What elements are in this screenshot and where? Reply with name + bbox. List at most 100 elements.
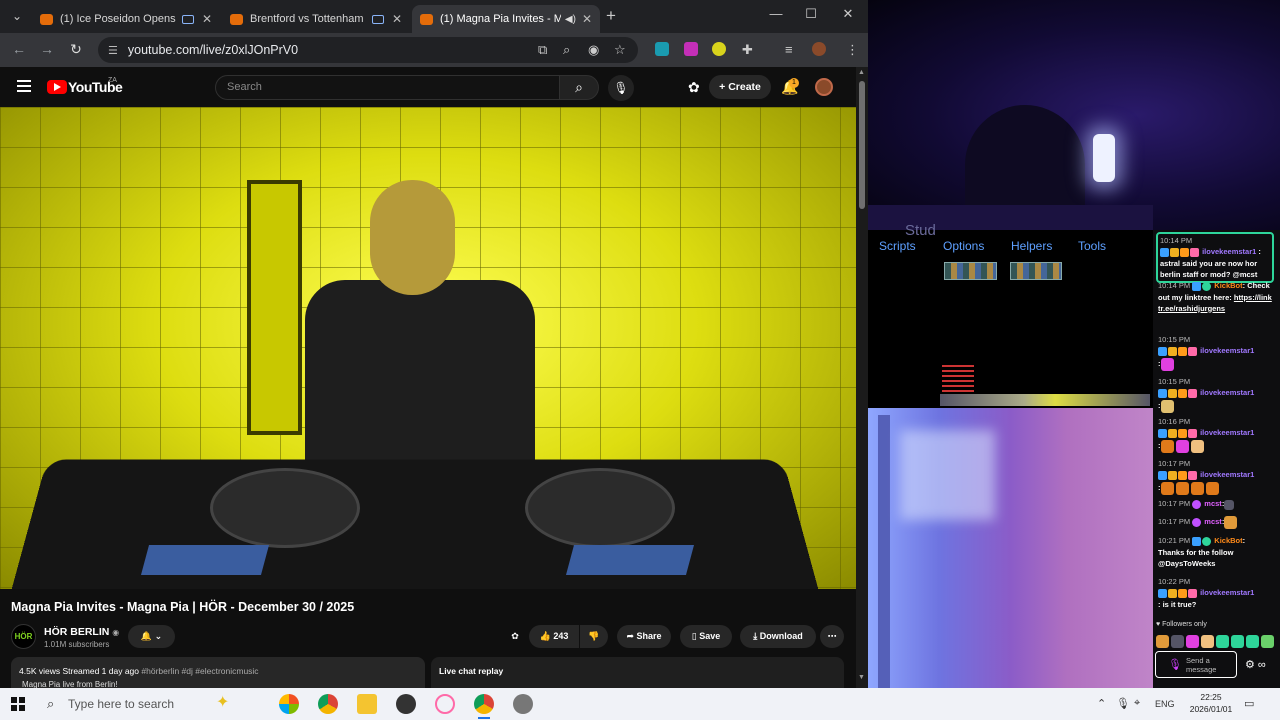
tray-chevron-icon[interactable]: ⌃: [1097, 697, 1106, 710]
extension-gear-icon[interactable]: ✿: [688, 79, 700, 96]
chat-settings-icons[interactable]: ⚙ ∞: [1245, 658, 1266, 671]
new-tab-button[interactable]: +: [606, 6, 616, 26]
emote-icon[interactable]: [1216, 634, 1229, 648]
extension-icon[interactable]: [655, 42, 669, 56]
scroll-down-icon[interactable]: ▼: [858, 674, 865, 681]
obs-menu-tools[interactable]: Tools: [1078, 239, 1106, 253]
channel-name[interactable]: HÖR BERLIN ◉: [44, 626, 119, 638]
scrollbar-thumb[interactable]: [859, 81, 865, 209]
notifications-icon[interactable]: ▭: [1244, 697, 1254, 710]
profile-avatar[interactable]: [812, 42, 826, 56]
search-button[interactable]: ⌕: [559, 75, 599, 100]
app-icon[interactable]: [435, 694, 455, 714]
search-icon[interactable]: ⌕: [47, 696, 54, 712]
create-button[interactable]: + Create: [709, 75, 771, 99]
chat-message: 10:17 PM mcst:: [1158, 515, 1274, 529]
emote-icon[interactable]: [1186, 634, 1199, 648]
maximize-button[interactable]: ☐: [801, 6, 821, 22]
emote-icon[interactable]: [1246, 634, 1259, 648]
emote-icon[interactable]: [1231, 634, 1244, 648]
obs-source-thumbnail[interactable]: [1010, 262, 1062, 280]
tab-search-icon[interactable]: ⌄: [8, 7, 26, 25]
install-app-icon[interactable]: ⧉: [538, 42, 547, 58]
tracking-eye-icon[interactable]: ◉: [588, 42, 599, 58]
mic-icon[interactable]: 🎙: [1168, 658, 1182, 671]
site-info-icon[interactable]: ☰: [108, 44, 118, 57]
chat-username[interactable]: ilovekeemstar1: [1202, 247, 1256, 256]
chat-username[interactable]: ilovekeemstar1: [1200, 428, 1254, 437]
download-button[interactable]: ⤓ Download: [740, 625, 816, 648]
tab-ice-poseidon[interactable]: (1) Ice Poseidon Opens Up ✕: [32, 5, 220, 33]
windows-start-icon[interactable]: [11, 697, 25, 711]
emote-icon[interactable]: [1171, 634, 1184, 648]
search-input[interactable]: Search: [215, 75, 560, 100]
obs-menu-helpers[interactable]: Helpers: [1011, 239, 1052, 253]
system-clock[interactable]: 22:25 2026/01/01: [1185, 691, 1237, 715]
like-button[interactable]: 👍 243: [529, 625, 579, 648]
menu-icon[interactable]: [17, 80, 31, 92]
hashtags[interactable]: #hörberlin #dj #electronicmusic: [141, 666, 258, 676]
speaker-icon[interactable]: ◀): [565, 14, 576, 25]
chat-username[interactable]: ilovekeemstar1: [1200, 388, 1254, 397]
taskbar-search-input[interactable]: Type here to search: [68, 697, 174, 711]
chrome-icon[interactable]: [474, 694, 494, 714]
obs-source-thumbnail[interactable]: [944, 262, 997, 280]
copilot-sparkle-icon[interactable]: ✦: [216, 692, 236, 712]
forward-button[interactable]: →: [38, 41, 56, 57]
tab-magna-pia[interactable]: (1) Magna Pia Invites - Mag ◀) ✕: [412, 5, 600, 33]
media-control-icon[interactable]: ≡: [785, 42, 793, 57]
back-button[interactable]: ←: [10, 41, 28, 57]
chat-username[interactable]: ilovekeemstar1: [1200, 470, 1254, 479]
bookmark-star-icon[interactable]: ☆: [614, 42, 626, 58]
account-avatar[interactable]: [815, 78, 833, 96]
emote-icon[interactable]: [1156, 634, 1169, 648]
emote-icon[interactable]: [1261, 634, 1274, 648]
chat-username[interactable]: KickBot: [1214, 536, 1242, 545]
page-scrollbar[interactable]: ▲ ▼: [856, 67, 868, 688]
channel-avatar[interactable]: HÖR: [11, 624, 36, 649]
dislike-button[interactable]: 👎: [580, 625, 608, 648]
voice-search-button[interactable]: 🎙: [608, 75, 634, 101]
extension-gear-icon[interactable]: ✿: [505, 625, 525, 648]
close-icon[interactable]: ✕: [202, 12, 212, 26]
address-bar[interactable]: ☰ youtube.com/live/z0xlJOnPrV0 ⧉ ⌕ ◉ ☆: [98, 37, 638, 63]
live-chat-replay-header[interactable]: Live chat replay: [431, 657, 844, 688]
microphone-tray-icon[interactable]: 🎙: [1116, 697, 1130, 710]
chrome-icon[interactable]: [318, 694, 338, 714]
chat-username[interactable]: mcst: [1204, 517, 1222, 526]
tab-brentford-tottenham[interactable]: Brentford vs Tottenham LIVE ✕: [222, 5, 410, 33]
language-indicator[interactable]: ENG: [1155, 699, 1175, 709]
obs-menu-options[interactable]: Options: [943, 239, 984, 253]
emote-icon: [1190, 481, 1204, 495]
chat-badges: [1158, 588, 1198, 599]
more-actions-button[interactable]: ⋯: [820, 625, 844, 648]
youtube-logo-icon[interactable]: [47, 80, 67, 94]
zoom-icon[interactable]: ⌕: [563, 42, 570, 58]
close-icon[interactable]: ✕: [392, 12, 402, 26]
share-button[interactable]: ➦ Share: [617, 625, 671, 648]
browser-menu-icon[interactable]: ⋮: [846, 42, 859, 58]
emote-icon: [1205, 481, 1219, 495]
emote-icon[interactable]: [1201, 634, 1214, 648]
obs-icon[interactable]: [396, 694, 416, 714]
subscribed-bell-button[interactable]: 🔔 ⌄: [128, 625, 175, 648]
app-icon[interactable]: [279, 694, 299, 714]
extensions-puzzle-icon[interactable]: ✚: [742, 42, 753, 58]
close-window-button[interactable]: ✕: [838, 6, 858, 22]
scroll-up-icon[interactable]: ▲: [858, 69, 865, 76]
chat-username[interactable]: mcst: [1204, 499, 1222, 508]
app-icon[interactable]: [513, 694, 533, 714]
extension-icon[interactable]: [684, 42, 698, 56]
reload-button[interactable]: ↻: [67, 41, 85, 58]
minimize-button[interactable]: —: [766, 6, 786, 21]
file-explorer-icon[interactable]: [357, 694, 377, 714]
close-icon[interactable]: ✕: [582, 12, 592, 26]
chat-username[interactable]: KickBot: [1214, 281, 1242, 290]
extension-icon[interactable]: [712, 42, 726, 56]
save-button[interactable]: ▯ Save: [680, 625, 732, 648]
chat-username[interactable]: ilovekeemstar1: [1200, 588, 1254, 597]
emote-quickbar[interactable]: [1156, 632, 1278, 648]
network-icon[interactable]: ⌖: [1134, 697, 1140, 710]
chat-username[interactable]: ilovekeemstar1: [1200, 346, 1254, 355]
obs-menu-scripts[interactable]: Scripts: [879, 239, 916, 253]
